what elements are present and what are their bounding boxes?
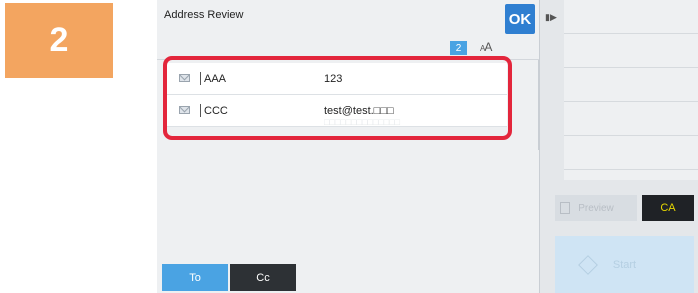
side-panel: ▮▶ Preview CA Start (540, 0, 698, 293)
font-size-icon[interactable]: AA (480, 40, 492, 54)
start-button[interactable]: Start (555, 236, 694, 293)
address-row[interactable]: AAA 123 (167, 63, 507, 95)
address-list: AAA 123 CCC test@test.□□□ □□□□□□□□□□□□□□ (167, 63, 507, 127)
device-screen: Address Review OK 2 AA AAA 123 CCC test@… (157, 0, 698, 293)
tab-to[interactable]: To (162, 264, 228, 291)
preview-icon (560, 202, 570, 214)
address-value: test@test.□□□ (324, 105, 394, 117)
tab-cc[interactable]: Cc (230, 264, 296, 291)
start-label: Start (612, 258, 637, 271)
side-divider (564, 33, 698, 34)
side-list-area (564, 0, 698, 180)
row-separator (200, 104, 201, 117)
address-name: AAA (204, 73, 227, 85)
address-value: 123 (324, 73, 343, 85)
address-count-badge: 2 (450, 41, 467, 55)
side-divider (564, 169, 698, 170)
collapse-arrow-icon[interactable]: ▮▶ (545, 12, 557, 23)
dialog-title: Address Review (164, 9, 244, 21)
address-subtext: □□□□□□□□□□□□□□ (324, 117, 401, 127)
ca-button[interactable]: CA (642, 195, 694, 221)
step-number-badge: 2 (5, 3, 113, 78)
preview-label: Preview (578, 202, 614, 214)
step-number: 2 (49, 21, 69, 59)
envelope-icon (179, 74, 190, 82)
side-divider (564, 101, 698, 102)
header-divider (157, 59, 539, 60)
address-review-dialog: Address Review OK 2 AA AAA 123 CCC test@… (157, 0, 540, 293)
preview-button[interactable]: Preview (555, 195, 637, 221)
row-separator (200, 72, 201, 85)
address-row[interactable]: CCC test@test.□□□ □□□□□□□□□□□□□□ (167, 95, 507, 127)
envelope-icon (179, 106, 190, 114)
start-icon (578, 255, 598, 275)
address-name: CCC (204, 105, 228, 117)
side-divider (564, 135, 698, 136)
ok-button[interactable]: OK (505, 4, 535, 34)
side-divider (564, 67, 698, 68)
